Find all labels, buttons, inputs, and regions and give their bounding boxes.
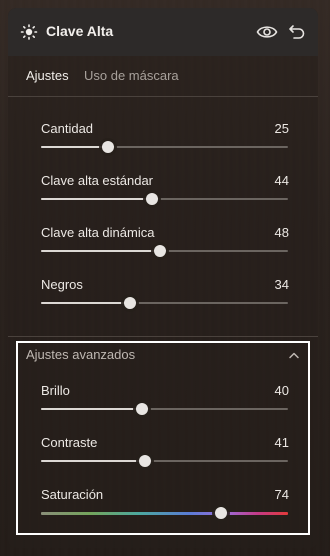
- panel-header: Clave Alta: [8, 8, 318, 56]
- slider-fill: [41, 198, 152, 200]
- chevron-up-icon[interactable]: [288, 351, 300, 359]
- slider-label: Contraste: [41, 435, 98, 450]
- slider-thumb[interactable]: [102, 141, 114, 153]
- slider-label: Brillo: [41, 383, 70, 398]
- slider-cantidad: Cantidad 25: [41, 121, 289, 161]
- slider-clave-alta-dinamica: Clave alta dinámica 48: [41, 225, 289, 265]
- slider-fill: [41, 408, 142, 410]
- slider-value: 25: [274, 121, 289, 136]
- slider-label: Negros: [41, 277, 83, 292]
- section-divider: [8, 336, 318, 337]
- slider-value: 48: [274, 225, 289, 240]
- slider-label: Clave alta estándar: [41, 173, 154, 188]
- slider-fill: [41, 250, 160, 252]
- slider-clave-alta-estandar: Clave alta estándar 44: [41, 173, 289, 213]
- slider-thumb[interactable]: [215, 507, 227, 519]
- panel-title: Clave Alta: [46, 23, 114, 39]
- slider-fill: [41, 302, 130, 304]
- slider-fill: [41, 146, 108, 148]
- slider-track[interactable]: [41, 460, 288, 462]
- slider-track[interactable]: [41, 146, 288, 148]
- slider-thumb[interactable]: [136, 403, 148, 415]
- advanced-settings-header[interactable]: Ajustes avanzados: [26, 347, 135, 362]
- slider-thumb[interactable]: [139, 455, 151, 467]
- tab-bar: Ajustes Uso de máscara: [8, 56, 318, 97]
- slider-track[interactable]: [41, 302, 288, 304]
- slider-thumb[interactable]: [154, 245, 166, 257]
- slider-thumb[interactable]: [146, 193, 158, 205]
- saturation-track[interactable]: [41, 512, 288, 515]
- slider-label: Clave alta dinámica: [41, 225, 155, 240]
- slider-value: 34: [274, 277, 289, 292]
- slider-value: 44: [274, 173, 289, 188]
- slider-track[interactable]: [41, 408, 288, 410]
- slider-contraste: Contraste 41: [41, 435, 289, 475]
- slider-brillo: Brillo 40: [41, 383, 289, 423]
- eye-icon[interactable]: [256, 23, 278, 41]
- slider-label: Cantidad: [41, 121, 94, 136]
- tab-uso-de-mascara[interactable]: Uso de máscara: [84, 68, 179, 83]
- slider-track[interactable]: [41, 198, 288, 200]
- undo-icon[interactable]: [288, 22, 306, 40]
- slider-thumb[interactable]: [124, 297, 136, 309]
- clave-alta-panel: Clave Alta Ajustes Uso de máscara Cantid…: [8, 8, 318, 548]
- sun-icon: [20, 24, 38, 40]
- slider-value: 40: [274, 383, 289, 398]
- slider-negros: Negros 34: [41, 277, 289, 317]
- slider-fill: [41, 460, 145, 462]
- slider-label: Saturación: [41, 487, 104, 502]
- slider-value: 41: [274, 435, 289, 450]
- slider-value: 74: [274, 487, 289, 502]
- slider-saturacion: Saturación 74: [41, 487, 289, 527]
- tab-ajustes[interactable]: Ajustes: [26, 68, 69, 83]
